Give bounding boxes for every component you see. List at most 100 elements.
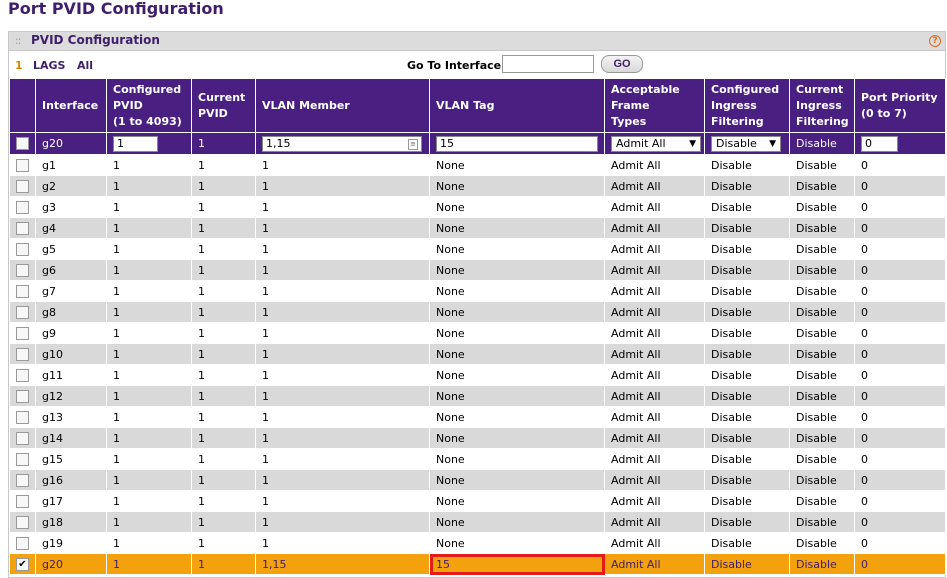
row-checkbox[interactable]	[16, 452, 29, 466]
table-row[interactable]: g7 1 1 1 None Admit All Disable Disable 0	[9, 280, 946, 302]
row-checkbox[interactable]	[16, 431, 29, 445]
cell-vlan-tag: None	[429, 532, 605, 554]
edit-row: g20 1 1 1,15 ≡ 15 Admit All ▼ Disable ▼ Dis…	[9, 132, 946, 155]
header-text: (0 to 7)	[861, 106, 907, 120]
filter-port-count[interactable]: 1	[15, 59, 23, 72]
go-button[interactable]: GO	[601, 55, 643, 73]
row-checkbox[interactable]: ✔	[16, 557, 29, 571]
table-row[interactable]: g2 1 1 1 None Admit All Disable Disable 0	[9, 175, 946, 197]
row-checkbox[interactable]	[16, 347, 29, 361]
table-row[interactable]: g6 1 1 1 None Admit All Disable Disable 0	[9, 259, 946, 281]
table-row[interactable]: g15 1 1 1 None Admit All Disable Disable 0	[9, 448, 946, 470]
header-vlan-tag[interactable]: VLAN Tag	[429, 78, 605, 133]
header-port-priority[interactable]: Port Priority (0 to 7)	[854, 78, 946, 133]
cell-port-priority: 0	[854, 511, 946, 533]
row-checkbox[interactable]	[16, 515, 29, 529]
port-priority-input[interactable]: 0	[861, 135, 898, 152]
cell-configured-pvid: 1	[106, 469, 192, 491]
header-current-pvid[interactable]: Current PVID	[191, 78, 256, 133]
header-current-ingress[interactable]: Current Ingress Filtering	[789, 78, 855, 133]
cell-interface: g8	[35, 301, 107, 323]
cell-current-ingress: Disable	[789, 175, 855, 197]
row-checkbox[interactable]	[16, 494, 29, 508]
header-text: Acceptable	[611, 82, 680, 96]
row-checkbox[interactable]	[16, 242, 29, 256]
cell-current-ingress: Disable	[789, 238, 855, 260]
cell-current-pvid: 1	[191, 406, 256, 428]
row-checkbox[interactable]	[16, 326, 29, 340]
table-row[interactable]: g14 1 1 1 None Admit All Disable Disable 0	[9, 427, 946, 449]
configured-pvid-input[interactable]: 1	[113, 135, 158, 152]
cell-vlan-tag: None	[429, 343, 605, 365]
row-checkbox[interactable]	[16, 305, 29, 319]
header-interface[interactable]: Interface	[35, 78, 107, 133]
cell-vlan-member: 1	[255, 406, 430, 428]
row-checkbox-cell	[9, 259, 36, 281]
cell-vlan-member: 1	[255, 217, 430, 239]
cell-configured-pvid: 1	[106, 448, 192, 470]
list-scroll-icon[interactable]: ≡	[408, 138, 418, 150]
cell-vlan-member: 1	[255, 343, 430, 365]
cell-port-priority: 0	[854, 259, 946, 281]
header-configured-pvid[interactable]: Configured PVID (1 to 4093)	[106, 78, 192, 133]
cell-frame-types: Admit All	[604, 385, 705, 407]
cell-vlan-member: 1,15	[255, 553, 430, 575]
header-text: PVID	[198, 106, 228, 120]
table-row[interactable]: g12 1 1 1 None Admit All Disable Disable 0	[9, 385, 946, 407]
cell-current-ingress: Disable	[789, 406, 855, 428]
table-row[interactable]: g8 1 1 1 None Admit All Disable Disable 0	[9, 301, 946, 323]
go-to-interface-input[interactable]	[502, 55, 594, 73]
filter-all-link[interactable]: All	[77, 59, 93, 72]
row-checkbox[interactable]	[16, 284, 29, 298]
table-row[interactable]: g9 1 1 1 None Admit All Disable Disable 0	[9, 322, 946, 344]
row-checkbox[interactable]	[16, 473, 29, 487]
row-checkbox[interactable]	[16, 158, 29, 172]
edit-row-checkbox[interactable]	[16, 137, 29, 151]
table-row[interactable]: g5 1 1 1 None Admit All Disable Disable 0	[9, 238, 946, 260]
frame-types-select[interactable]: Admit All ▼	[611, 135, 701, 152]
cell-vlan-tag: 15	[429, 553, 605, 575]
help-icon[interactable]: ?	[929, 35, 941, 47]
cell-interface: g15	[35, 448, 107, 470]
row-checkbox[interactable]	[16, 410, 29, 424]
table-header-row: Interface Configured PVID (1 to 4093) Curr…	[9, 78, 946, 133]
table-row[interactable]: g18 1 1 1 None Admit All Disable Disable 0	[9, 511, 946, 533]
vlan-member-input[interactable]: 1,15 ≡	[262, 135, 422, 152]
cell-current-pvid: 1	[191, 175, 256, 197]
configured-ingress-select[interactable]: Disable ▼	[711, 135, 781, 152]
cell-current-pvid: 1	[191, 448, 256, 470]
table-row[interactable]: g11 1 1 1 None Admit All Disable Disable 0	[9, 364, 946, 386]
header-configured-ingress[interactable]: Configured Ingress Filtering	[704, 78, 790, 133]
header-frame-types[interactable]: Acceptable Frame Types	[604, 78, 705, 133]
pvid-table: Interface Configured PVID (1 to 4093) Curr…	[9, 78, 946, 575]
edit-vlan-tag-cell: 15	[429, 132, 605, 155]
table-row[interactable]: g13 1 1 1 None Admit All Disable Disable 0	[9, 406, 946, 428]
row-checkbox[interactable]	[16, 368, 29, 382]
cell-current-ingress: Disable	[789, 511, 855, 533]
row-checkbox[interactable]	[16, 263, 29, 277]
table-row[interactable]: g3 1 1 1 None Admit All Disable Disable 0	[9, 196, 946, 218]
filter-lags-link[interactable]: LAGS	[33, 59, 65, 72]
table-row[interactable]: g16 1 1 1 None Admit All Disable Disable 0	[9, 469, 946, 491]
table-row[interactable]: g17 1 1 1 None Admit All Disable Disable 0	[9, 490, 946, 512]
cell-configured-ingress: Disable	[704, 322, 790, 344]
table-row[interactable]: g1 1 1 1 None Admit All Disable Disable 0	[9, 154, 946, 176]
header-vlan-member[interactable]: VLAN Member	[255, 78, 430, 133]
row-checkbox[interactable]	[16, 200, 29, 214]
panel-header: :: PVID Configuration ?	[9, 32, 945, 51]
cell-configured-ingress: Disable	[704, 217, 790, 239]
header-text: Ingress	[711, 98, 757, 112]
row-checkbox[interactable]	[16, 536, 29, 550]
vlan-tag-input[interactable]: 15	[436, 135, 598, 152]
row-checkbox[interactable]	[16, 389, 29, 403]
row-checkbox-cell	[9, 406, 36, 428]
row-checkbox[interactable]	[16, 221, 29, 235]
cell-configured-pvid: 1	[106, 175, 192, 197]
table-row[interactable]: g4 1 1 1 None Admit All Disable Disable 0	[9, 217, 946, 239]
row-checkbox[interactable]	[16, 179, 29, 193]
header-text: Port Priority	[861, 90, 938, 104]
cell-interface: g19	[35, 532, 107, 554]
table-row[interactable]: ✔ g20 1 1 1,15 15 Admit All Disable Disable 0	[9, 553, 946, 575]
table-row[interactable]: g10 1 1 1 None Admit All Disable Disable 0	[9, 343, 946, 365]
table-row[interactable]: g19 1 1 1 None Admit All Disable Disable 0	[9, 532, 946, 554]
